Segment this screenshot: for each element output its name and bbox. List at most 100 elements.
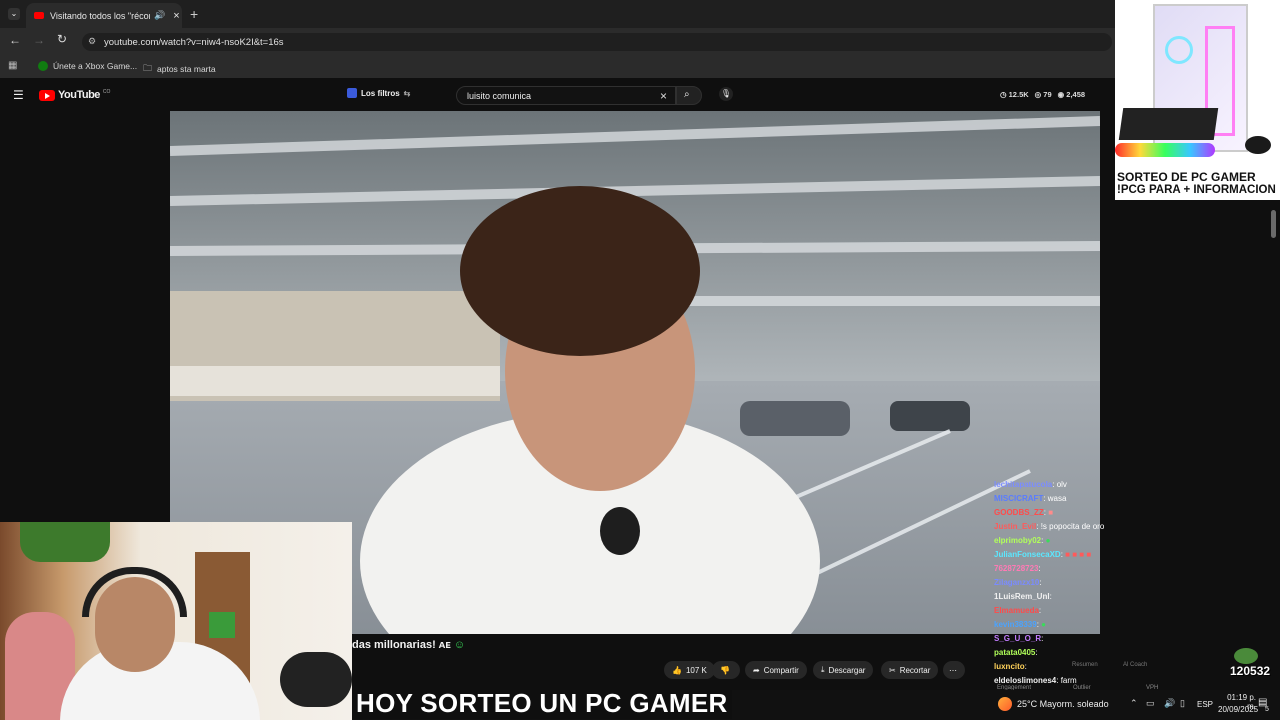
- chat-message: kevin38339: ●: [994, 620, 1047, 629]
- tab-list-chevron-icon[interactable]: ⌄: [8, 8, 20, 20]
- money-emoji-icon: ☺: [453, 639, 466, 651]
- chat-message: Justin_Evil: !s popocita de oro: [994, 522, 1105, 531]
- clear-search-icon[interactable]: ×: [660, 89, 667, 103]
- streamer-webcam: [0, 522, 352, 720]
- chat-message: Zilaganzx10:: [994, 578, 1042, 587]
- chat-message: JulianFonsecaXD: ■ ■ ■ ■: [994, 550, 1092, 559]
- network-icon[interactable]: ▭: [1146, 698, 1155, 709]
- microphone: [280, 652, 352, 707]
- thumbs-down-icon: 👎: [720, 665, 730, 675]
- chat-message: Elmamueda:: [994, 606, 1042, 615]
- tab-coach[interactable]: Al Coach: [1123, 662, 1147, 668]
- apps-grid-icon[interactable]: ▦: [8, 60, 17, 71]
- chat-message: MISCICRAFT: wasa: [994, 494, 1067, 503]
- person-hair: [460, 186, 700, 356]
- menu-icon[interactable]: ☰: [13, 88, 24, 102]
- viewer-count: 120532: [1230, 664, 1271, 678]
- chat-user: JulianFonsecaXD: [994, 550, 1061, 559]
- more-actions-button[interactable]: ⋯: [943, 661, 965, 679]
- tray-chevron-icon[interactable]: ⌃: [1130, 698, 1138, 709]
- clip-label: Recortar: [899, 665, 931, 675]
- car-2: [890, 401, 970, 431]
- car-1: [740, 401, 850, 436]
- ad-line-2: !PCG PARA + INFORMACION: [1117, 184, 1276, 196]
- youtube-logo[interactable]: YouTube CO: [39, 89, 110, 101]
- volume-icon[interactable]: 🔊: [1164, 698, 1175, 709]
- tab-title: Visitando todos los "récord: [50, 10, 150, 21]
- reload-icon[interactable]: ↻: [57, 32, 67, 46]
- chat-message: lechitapatucola: olv: [994, 480, 1067, 489]
- search-value: luisito comunica: [467, 90, 532, 101]
- dislike-button[interactable]: 👎: [712, 661, 740, 679]
- notifications-count: 5: [1265, 706, 1269, 713]
- mouse-image: [1245, 136, 1271, 154]
- more-icon: ⋯: [949, 665, 957, 675]
- site-info-icon[interactable]: ⚙: [88, 36, 96, 47]
- chat-user: patata0405: [994, 648, 1036, 657]
- chat-user: GOODBS_ZZ: [994, 508, 1044, 517]
- bookmark-xbox[interactable]: Únete a Xbox Game...: [38, 61, 137, 71]
- tab-resumen[interactable]: Resumen: [1072, 662, 1098, 668]
- tab-close-icon[interactable]: ×: [173, 10, 179, 22]
- xbox-icon: [38, 61, 48, 71]
- folder-icon: 🗀: [143, 63, 153, 73]
- weather-icon: [998, 697, 1012, 711]
- emote-icon: ■: [1048, 508, 1054, 517]
- filters-button[interactable]: Los filtros ⇆: [347, 88, 410, 98]
- language-indicator[interactable]: ESP: [1179, 700, 1213, 709]
- scrollbar-thumb[interactable]: [1271, 210, 1276, 238]
- bookmark-folder[interactable]: 🗀 aptos sta marta: [143, 61, 216, 77]
- forward-icon[interactable]: →: [33, 33, 45, 47]
- browser-tab-bar: ⌄ Visitando todos los "récord 🔊 × +: [0, 0, 1280, 28]
- search-icon: ⌕: [684, 89, 690, 100]
- share-label: Compartir: [763, 665, 799, 675]
- chat-user: 1LuisRem_Unl: [994, 592, 1050, 601]
- download-label: Descargar: [828, 665, 866, 675]
- filter-extension-icon: [347, 88, 357, 98]
- like-button[interactable]: 👍 107 K: [664, 661, 715, 679]
- url-text: youtube.com/watch?v=niw4-nsoK2I&t=16s: [104, 36, 284, 48]
- ad-line-1: SORTEO DE PC GAMER: [1117, 170, 1256, 184]
- pc-giveaway-ad[interactable]: SORTEO DE PC GAMER !PCG PARA + INFORMACI…: [1115, 0, 1280, 200]
- plant-decoration: [20, 522, 110, 562]
- clock-date[interactable]: 20/09/2025: [1218, 705, 1258, 714]
- likes-stat: ◉ 2,458: [1057, 90, 1086, 99]
- emote-icon: ■ ■ ■ ■: [1065, 550, 1092, 559]
- address-bar[interactable]: ⚙ youtube.com/watch?v=niw4-nsoK2I&t=16s: [82, 33, 1112, 51]
- chat-user: lechitapatucola: [994, 480, 1053, 489]
- chat-user: Elmamueda: [994, 606, 1039, 615]
- chat-user: Zilaganzx10: [994, 578, 1040, 587]
- like-count: 107 K: [685, 665, 707, 675]
- chat-message: 1LuisRem_Unl:: [994, 592, 1052, 601]
- emote-icon: ●: [1045, 536, 1051, 545]
- clip-button[interactable]: ✂ Recortar: [881, 661, 939, 679]
- lapel-mic: [600, 507, 640, 555]
- bookmark-label: Únete a Xbox Game...: [53, 61, 138, 71]
- bookmark-label: aptos sta marta: [157, 64, 216, 74]
- chat-user: eldeloslimones4: [994, 676, 1057, 685]
- keyboard-image: [1118, 108, 1219, 140]
- search-input[interactable]: luisito comunica ×: [456, 86, 676, 105]
- scissors-icon: ✂: [889, 665, 896, 675]
- download-icon: ⤓: [821, 665, 825, 674]
- download-button[interactable]: ⤓ Descargar: [813, 661, 874, 679]
- chat-user: Justin_Evil: [994, 522, 1037, 531]
- new-tab-icon[interactable]: +: [190, 6, 198, 22]
- chat-user: elprimoby02: [994, 536, 1042, 545]
- comments-stat: ◎ 79: [1034, 90, 1052, 99]
- giveaway-banner: HOY SORTEO UN PC GAMER: [352, 688, 732, 719]
- chat-user: kevin38339: [994, 620, 1037, 629]
- microphone-icon[interactable]: 🎙: [719, 87, 733, 101]
- chat-message: GOODBS_ZZ: ■: [994, 508, 1054, 517]
- emote-icon: ●: [1041, 620, 1047, 629]
- browser-tab[interactable]: Visitando todos los "récord 🔊 ×: [26, 3, 182, 28]
- search-button[interactable]: ⌕: [676, 86, 702, 105]
- back-icon[interactable]: ←: [9, 33, 21, 47]
- views-stat: ◷ 12.5K: [1000, 90, 1029, 99]
- speaker-icon[interactable]: 🔊: [154, 10, 165, 21]
- share-button[interactable]: ➦ Compartir: [745, 661, 807, 679]
- weather-text[interactable]: 25°C Mayorm. soleado: [1017, 699, 1109, 709]
- chat-user: luxncito: [994, 662, 1025, 671]
- youtube-play-icon: [39, 89, 55, 101]
- chat-user: S_G_U_O_R: [994, 634, 1042, 643]
